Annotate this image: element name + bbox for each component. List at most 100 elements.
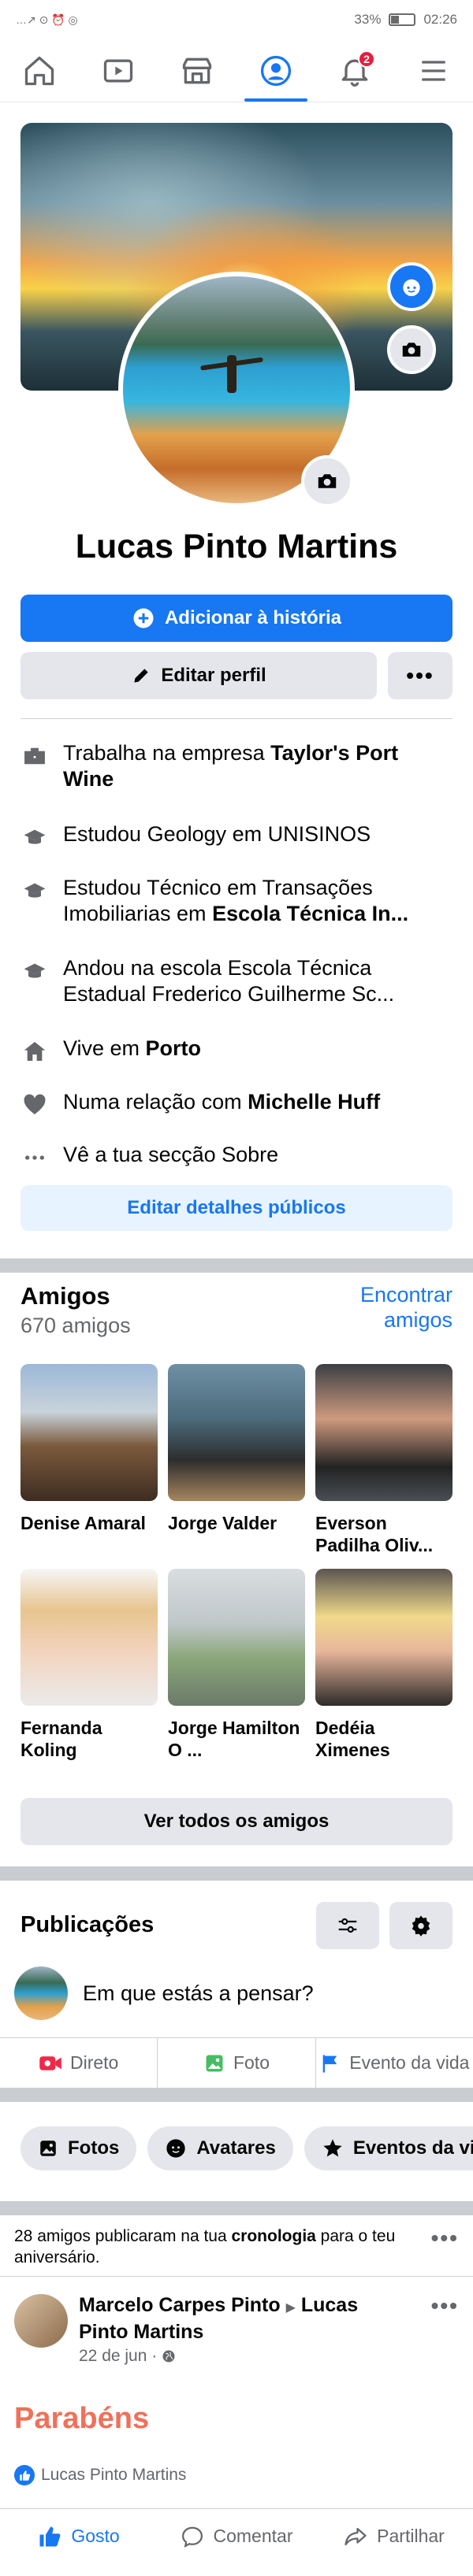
life-event-button[interactable]: Evento da vida (315, 2038, 473, 2088)
nav-notifications[interactable]: 2 (315, 39, 394, 102)
friend-name: Fernanda Koling (20, 1718, 102, 1760)
more-options-button[interactable]: ••• (388, 652, 453, 699)
photo-button[interactable]: Foto (157, 2038, 315, 2088)
live-button[interactable]: Direto (0, 2038, 157, 2088)
comment-button[interactable]: Comentar (158, 2509, 315, 2563)
shop-icon (182, 57, 212, 83)
post-author-name[interactable]: Marcelo Carpes Pinto (79, 2294, 281, 2316)
timeline-note-more-button[interactable]: ••• (431, 2226, 459, 2251)
live-icon (39, 2055, 61, 2070)
friend-card[interactable]: Jorge Hamilton O ... (168, 1569, 305, 1761)
chip-avatars-label: Avatares (196, 2137, 276, 2159)
post-reactions[interactable]: Lucas Pinto Martins (14, 2465, 186, 2485)
detail-school-text: Andou na escola Escola Técnica Estadual … (63, 956, 395, 1006)
plus-circle-icon (133, 608, 154, 628)
chip-photos[interactable]: Fotos (20, 2126, 137, 2170)
cover-camera-button[interactable] (387, 325, 436, 374)
profile-actions: Editar perfil ••• (20, 652, 453, 699)
friends-title: Amigos (20, 1282, 110, 1310)
composer-actions: Direto Foto Evento da vida (0, 2037, 473, 2088)
friends-count: 670 amigos (20, 1314, 131, 1337)
detail-study-2-school[interactable]: Escola Técnica In... (212, 902, 408, 925)
graduation-cap-icon (20, 957, 49, 985)
friend-card[interactable]: Jorge Valder (168, 1364, 305, 1534)
friend-card[interactable]: Everson Padilha Oliv... (315, 1364, 453, 1556)
star-icon (323, 2139, 342, 2157)
add-story-label: Adicionar à história (164, 607, 342, 628)
like-button[interactable]: Gosto (0, 2509, 158, 2563)
nav-marketplace[interactable] (158, 39, 236, 102)
settings-button[interactable] (389, 1902, 453, 1949)
post-more-button[interactable]: ••• (431, 2293, 459, 2318)
detail-lives[interactable]: Vive em Porto (20, 1036, 453, 1066)
edit-profile-button[interactable]: Editar perfil (20, 652, 377, 699)
detail-relationship-partner[interactable]: Michelle Huff (248, 1090, 380, 1114)
find-friends-link[interactable]: Encontrar amigos (342, 1282, 453, 1332)
status-notification-icons: …↗ ⊙ ⏰ ◎ (16, 13, 78, 26)
nav-menu[interactable] (394, 39, 473, 102)
clock: 02:26 (423, 12, 457, 27)
battery-percent: 33% (354, 12, 382, 27)
friend-card[interactable]: Fernanda Koling (20, 1569, 158, 1761)
post-date[interactable]: 22 de jun · (79, 2347, 162, 2365)
pencil-icon (134, 669, 148, 683)
detail-lives-city[interactable]: Porto (146, 1036, 202, 1060)
composer-avatar[interactable] (14, 1966, 68, 2020)
nav-profile[interactable] (236, 39, 315, 102)
home-icon (24, 56, 54, 85)
edit-profile-label: Editar perfil (161, 665, 266, 686)
composer-input[interactable]: Em que estás a pensar? (83, 1981, 314, 2006)
chip-photos-label: Fotos (68, 2137, 120, 2159)
friend-photo (315, 1364, 453, 1501)
avatar-button[interactable] (387, 262, 436, 311)
chip-life-events[interactable]: Eventos da vida (304, 2126, 473, 2170)
globe-icon (162, 2350, 175, 2363)
posts-title: Publicações (20, 1912, 155, 1937)
hamburger-icon (422, 60, 445, 81)
detail-relationship[interactable]: Numa relação com Michelle Huff (20, 1089, 453, 1119)
live-label: Direto (69, 2052, 119, 2073)
detail-work[interactable]: Trabalha na empresa Taylor's Port Wine (20, 740, 453, 792)
avatar-face-icon (403, 279, 420, 296)
profile-camera-button[interactable] (301, 455, 353, 507)
detail-work-text: Trabalha na empresa (63, 741, 271, 765)
gear-icon (412, 1915, 430, 1937)
friend-photo (168, 1364, 305, 1501)
battery-icon (389, 13, 416, 26)
friend-name: Jorge Hamilton O ... (168, 1718, 300, 1760)
detail-study-1[interactable]: Estudou Geology em UNISINOS (20, 821, 453, 851)
detail-about[interactable]: Vê a tua secção Sobre (20, 1142, 453, 1172)
share-label: Partilhar (377, 2526, 445, 2546)
photo-icon (206, 2055, 223, 2071)
detail-lives-text: Vive em (63, 1036, 146, 1060)
house-icon (20, 1037, 49, 1066)
camera-icon (402, 343, 421, 357)
photo-label: Foto (233, 2052, 270, 2073)
divider (0, 2276, 473, 2277)
nav-home[interactable] (0, 39, 79, 102)
detail-school[interactable]: Andou na escola Escola Técnica Estadual … (20, 955, 453, 1007)
friend-card[interactable]: Dedéia Ximenes (315, 1569, 453, 1761)
friend-card[interactable]: Denise Amaral (20, 1364, 158, 1534)
section-separator (0, 2201, 473, 2215)
filter-button[interactable] (316, 1902, 379, 1949)
timeline-note-prefix: 28 amigos publicaram na tua (14, 2227, 232, 2245)
timeline-note-bold[interactable]: cronologia (232, 2227, 316, 2245)
chip-life-events-label: Eventos da vida (352, 2137, 473, 2159)
avatar-icon (166, 2139, 185, 2158)
chip-avatars[interactable]: Avatares (147, 2126, 293, 2170)
edit-public-details-button[interactable]: Editar detalhes públicos (20, 1185, 453, 1231)
friend-photo (315, 1569, 453, 1706)
comment-icon (181, 2526, 203, 2548)
notification-badge: 2 (358, 50, 375, 68)
graduation-cap-icon (20, 823, 49, 851)
nav-watch[interactable] (79, 39, 158, 102)
post-author-avatar[interactable] (14, 2294, 68, 2348)
detail-study-2[interactable]: Estudou Técnico em Transações Imobiliari… (20, 875, 453, 927)
liked-by-name: Lucas Pinto Martins (41, 2466, 187, 2484)
share-button[interactable]: Partilhar (315, 2509, 473, 2563)
detail-about-text: Vê a tua secção Sobre (63, 1143, 279, 1166)
add-story-button[interactable]: Adicionar à história (20, 595, 453, 642)
see-all-friends-button[interactable]: Ver todos os amigos (20, 1798, 453, 1845)
section-separator (0, 1258, 473, 1273)
